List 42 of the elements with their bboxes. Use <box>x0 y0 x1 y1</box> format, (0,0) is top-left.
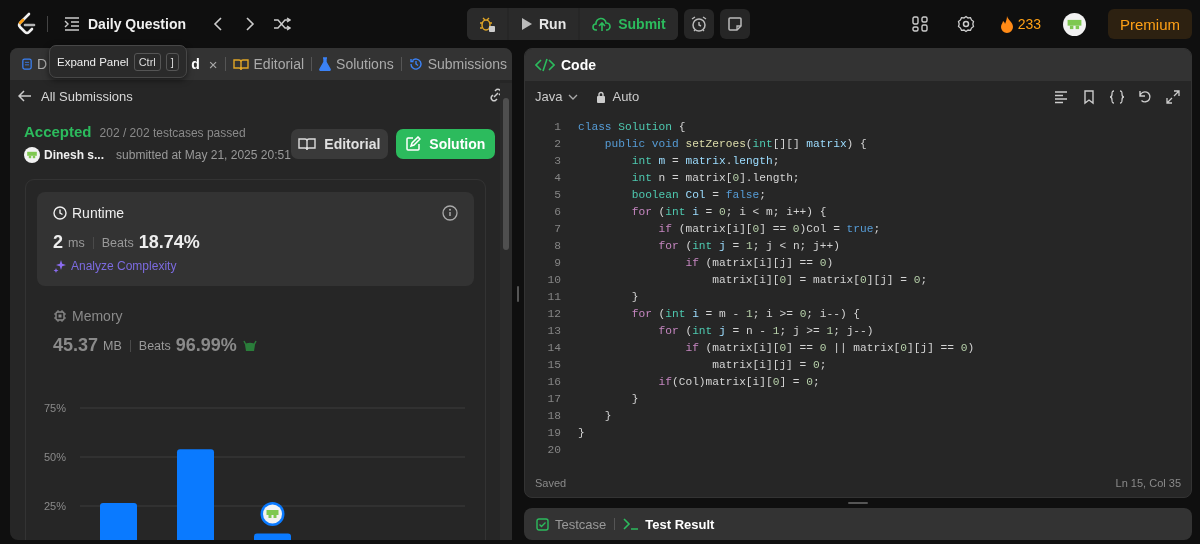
line-number: 5 <box>553 188 561 203</box>
line-number: 4 <box>553 171 561 186</box>
stat-unit: MB <box>103 338 122 353</box>
submitted-time: submitted at May 21, 2025 20:51 <box>116 148 291 162</box>
axis-label: 50% <box>43 451 66 463</box>
save-status: Saved <box>535 477 567 489</box>
keyboard-key: Ctrl <box>133 52 161 71</box>
cursor-position: Ln 15, Col 35 <box>1115 477 1181 489</box>
stat-value: 45.37 <box>53 335 99 356</box>
beats-label: Beats <box>101 235 134 250</box>
line-number: 6 <box>553 205 561 220</box>
line-number: 19 <box>546 426 561 441</box>
line-number: 10 <box>546 273 561 288</box>
line-number: 20 <box>546 443 561 458</box>
axis-label: 75% <box>43 402 66 414</box>
status-accepted: Accepted <box>24 123 92 140</box>
beats-percentage: 18.74% <box>138 232 200 253</box>
streak-count: 233 <box>1017 16 1041 32</box>
line-number: 17 <box>546 392 561 407</box>
line-number: 11 <box>546 290 561 305</box>
axis-label: 25% <box>43 500 66 512</box>
line-number: 3 <box>553 154 561 169</box>
line-number: 15 <box>546 358 561 373</box>
stat-unit: ms <box>68 235 85 250</box>
beats-label: Beats <box>138 338 171 353</box>
keyboard-key: ] <box>165 52 179 71</box>
line-number: 18 <box>546 409 561 424</box>
testcases-passed: 202 / 202 testcases passed <box>99 126 246 140</box>
stat-title: Memory <box>72 308 123 324</box>
stat-value: 2 <box>53 232 63 253</box>
stat-title: Runtime <box>72 205 125 221</box>
line-number: 2 <box>553 137 561 152</box>
line-number: 8 <box>553 239 561 254</box>
line-number: 7 <box>553 222 561 237</box>
line-number: 16 <box>546 375 561 390</box>
tooltip-text: Expand Panel <box>57 55 129 68</box>
line-number: 9 <box>553 256 561 271</box>
line-number: 1 <box>553 120 561 135</box>
line-number: 13 <box>546 324 561 339</box>
beats-percentage: 96.99% <box>175 335 237 356</box>
line-number: 12 <box>546 307 561 322</box>
line-number: 14 <box>546 341 561 356</box>
